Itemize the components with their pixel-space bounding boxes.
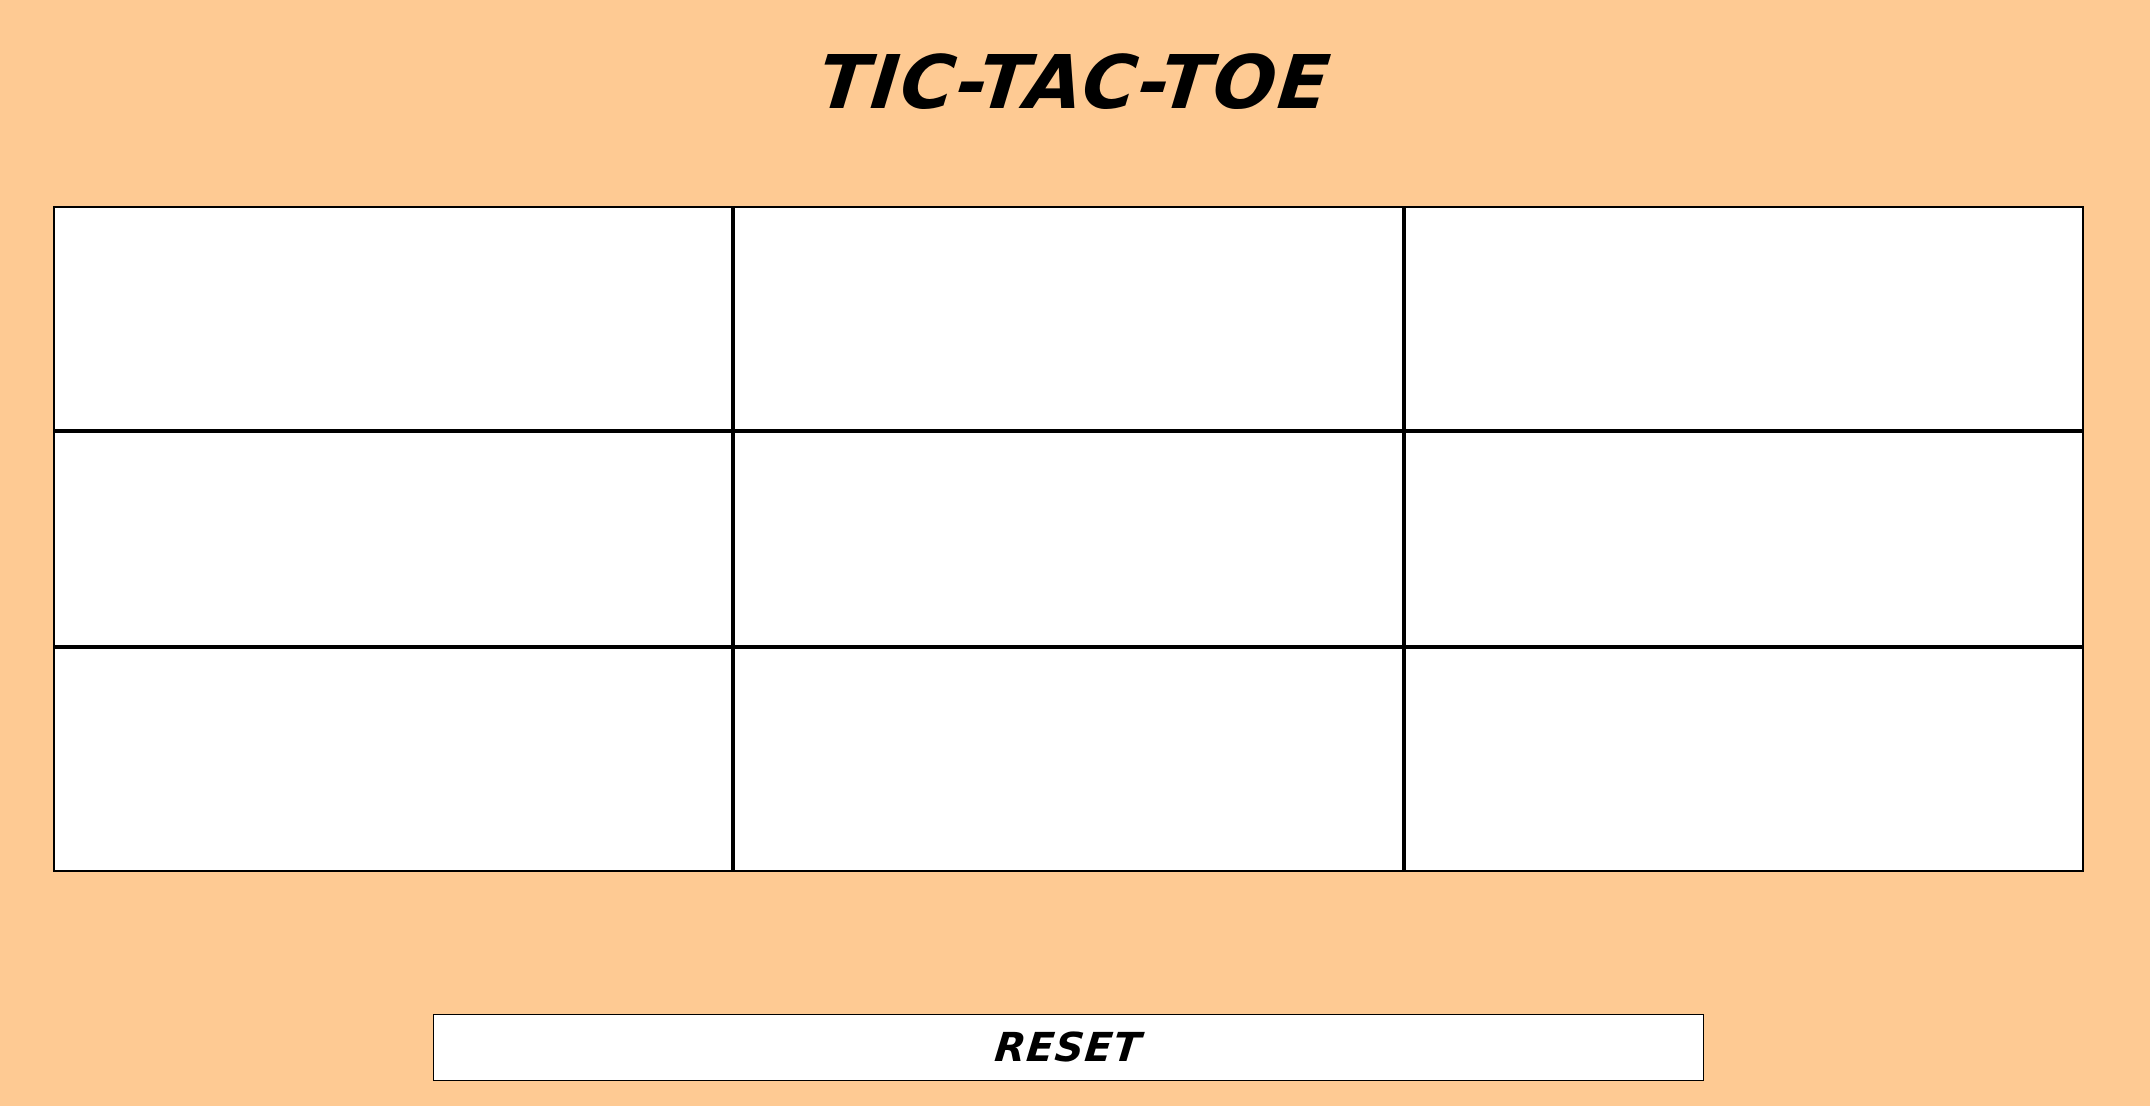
board-cell-7[interactable] — [55, 649, 731, 870]
board-cell-6[interactable] — [1406, 428, 2082, 650]
board-cell-3[interactable] — [1406, 208, 2082, 429]
reset-button[interactable]: RESET — [433, 1014, 1704, 1081]
board-cell-9[interactable] — [1406, 649, 2082, 870]
board-cell-8[interactable] — [730, 649, 1407, 870]
board-cell-5[interactable] — [730, 428, 1407, 650]
reset-button-label: RESET — [992, 1024, 1145, 1071]
board-cell-2[interactable] — [730, 208, 1407, 429]
game-title: TIC-TAC-TOE — [814, 40, 1336, 126]
game-board — [53, 206, 2084, 872]
board-cell-4[interactable] — [55, 428, 731, 650]
board-cell-1[interactable] — [55, 208, 731, 429]
